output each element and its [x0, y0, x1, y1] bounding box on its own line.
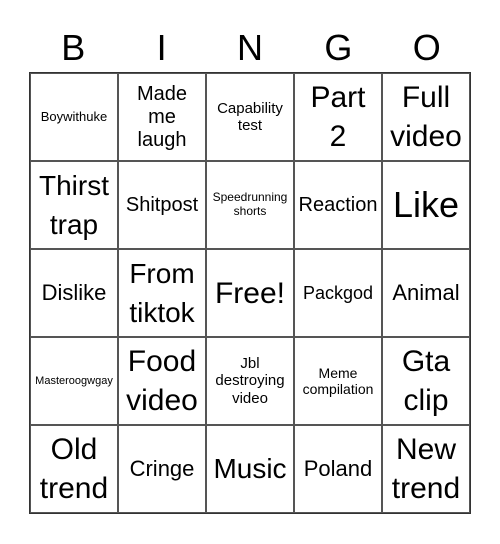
bingo-cell[interactable]: Packgod	[294, 249, 382, 337]
bingo-cell[interactable]: Meme compilation	[294, 337, 382, 425]
bingo-cell[interactable]: Old trend	[30, 425, 118, 513]
bingo-cell[interactable]: Dislike	[30, 249, 118, 337]
cell-label: Jbl destroying video	[215, 355, 285, 407]
cell-label: Full video	[390, 81, 462, 153]
cell-label: Shitpost	[125, 193, 199, 216]
cell-label: New trend	[391, 433, 461, 505]
bingo-cell[interactable]: Part 2	[294, 73, 382, 161]
cell-label: Gta clip	[401, 345, 451, 417]
header-letter-b: B	[61, 27, 86, 68]
cell-label: Free!	[214, 276, 286, 310]
bingo-cell[interactable]: Like	[382, 161, 470, 249]
bingo-grid: Boywithuke Made me laugh Capability test…	[29, 72, 471, 514]
bingo-cell[interactable]: Poland	[294, 425, 382, 513]
bingo-cell[interactable]: Boywithuke	[30, 73, 118, 161]
bingo-cell[interactable]: Cringe	[118, 425, 206, 513]
bingo-cell[interactable]: Food video	[118, 337, 206, 425]
bingo-cell[interactable]: Animal	[382, 249, 470, 337]
bingo-cell[interactable]: New trend	[382, 425, 470, 513]
cell-label: Capability test	[217, 99, 283, 134]
bingo-cell[interactable]: From tiktok	[118, 249, 206, 337]
bingo-cell[interactable]: Made me laugh	[118, 73, 206, 161]
bingo-cell[interactable]: Music	[206, 425, 294, 513]
cell-label: Dislike	[41, 280, 107, 306]
cell-label: Boywithuke	[40, 108, 108, 124]
bingo-cell[interactable]: Jbl destroying video	[206, 337, 294, 425]
cell-label: Made me laugh	[136, 82, 188, 151]
bingo-cell[interactable]: Reaction	[294, 161, 382, 249]
bingo-cell[interactable]: Masteroogwgay	[30, 337, 118, 425]
header-letter-n: N	[236, 27, 263, 68]
cell-label: From tiktok	[129, 257, 195, 328]
cell-label: Animal	[392, 280, 460, 306]
free-space-cell[interactable]: Free!	[206, 249, 294, 337]
cell-label: Speedrunning shorts	[212, 190, 288, 218]
cell-label: Masteroogwgay	[35, 374, 113, 387]
cell-label: Cringe	[129, 456, 195, 482]
header-letter-i: I	[156, 27, 167, 68]
bingo-cell[interactable]: Gta clip	[382, 337, 470, 425]
cell-label: Reaction	[298, 193, 378, 216]
bingo-cell[interactable]: Capability test	[206, 73, 294, 161]
bingo-cell[interactable]: Speedrunning shorts	[206, 161, 294, 249]
header-letter-o: O	[412, 27, 441, 68]
cell-label: Thirst trap	[39, 169, 109, 240]
cell-label: Music	[213, 453, 287, 485]
bingo-header: B I N G O	[29, 24, 471, 72]
bingo-cell[interactable]: Shitpost	[118, 161, 206, 249]
cell-label: Meme compilation	[302, 364, 374, 397]
cell-label: Packgod	[302, 282, 374, 303]
cell-label: Old trend	[39, 433, 109, 505]
cell-label: Part 2	[310, 81, 366, 153]
cell-label: Like	[392, 184, 460, 226]
header-letter-g: G	[324, 27, 353, 68]
bingo-cell[interactable]: Thirst trap	[30, 161, 118, 249]
cell-label: Food video	[126, 345, 198, 417]
bingo-cell[interactable]: Full video	[382, 73, 470, 161]
cell-label: Poland	[303, 456, 373, 482]
